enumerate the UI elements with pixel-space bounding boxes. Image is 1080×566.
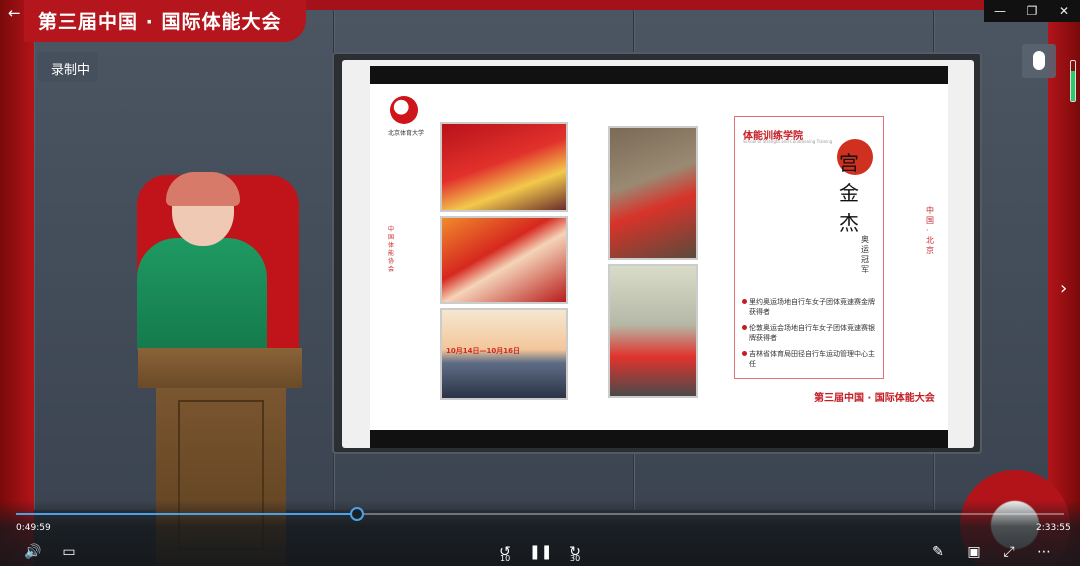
- fullscreen-icon[interactable]: ⤢: [998, 541, 1020, 563]
- close-button[interactable]: ✕: [1048, 0, 1080, 22]
- current-time: 0:49:59: [16, 523, 51, 533]
- academy-subtitle: School of Strength and Conditioning Trai…: [743, 139, 833, 144]
- restore-button[interactable]: ❐: [1016, 0, 1048, 22]
- slide-letterbox-top: [370, 66, 948, 84]
- university-logo-icon: [390, 96, 418, 124]
- video-frame: 第三届中国 · 国际体能大会 ← — ❐ ✕ 录制中 北京体育大学 中国体能协会…: [0, 0, 1080, 566]
- pause-icon[interactable]: ❚❚: [529, 541, 552, 563]
- athlete-photo-medal: [440, 216, 568, 304]
- window-title: 第三届中国 · 国际体能大会: [38, 11, 282, 33]
- seek-thumb[interactable]: [349, 507, 364, 521]
- recording-label: 录制中: [51, 63, 91, 78]
- honor-title: 奥运冠军: [861, 235, 869, 274]
- window-controls: — ❐ ✕: [984, 0, 1080, 22]
- left-red-frame: [0, 0, 34, 566]
- forward-30-icon[interactable]: ↻ 30: [564, 541, 586, 563]
- total-time: 2:33:55: [1036, 523, 1071, 533]
- left-vertical-text: 中国体能协会: [388, 226, 395, 273]
- next-chevron-icon[interactable]: ›: [1060, 278, 1067, 299]
- athlete-photo-cycling: [608, 126, 698, 260]
- mouse-icon[interactable]: [1022, 44, 1056, 78]
- slide-letterbox-bottom: [370, 430, 948, 448]
- athlete-photo-poster: 10月14日—10月16日: [440, 308, 568, 400]
- monitor-screen: 北京体育大学 中国体能协会 10月14日—10月16日 体能训练学院 Schoo…: [342, 60, 974, 448]
- presenter-hair: [166, 172, 240, 206]
- more-icon[interactable]: ⋯: [1033, 541, 1055, 563]
- poster-date: 10月14日—10月16日: [446, 347, 520, 355]
- battery-icon: [1070, 60, 1076, 102]
- athlete-photo-group: [440, 122, 568, 212]
- location-vertical-text: 中国·北京: [926, 206, 934, 255]
- miniplayer-icon[interactable]: ▣: [963, 541, 985, 563]
- rewind-10-icon[interactable]: ↺ 10: [494, 541, 516, 563]
- achievement-item: 里约奥运场地自行车女子团体竞速赛金牌获得者: [742, 297, 879, 317]
- name-char: 金: [839, 181, 859, 205]
- logo-caption: 北京体育大学: [388, 130, 425, 137]
- slide-footer-title: 第三届中国 · 国际体能大会: [814, 393, 935, 404]
- seek-bar-progress: [16, 513, 357, 515]
- pen-icon[interactable]: ✎: [927, 541, 949, 563]
- recording-badge: 录制中: [38, 52, 98, 82]
- achievement-item: 伦敦奥运会场地自行车女子团体竞速赛银牌获得者: [742, 323, 879, 343]
- title-banner: 第三届中国 · 国际体能大会: [24, 0, 306, 42]
- name-char: 宫: [839, 151, 859, 175]
- achievement-item: 吉林省体育局田径自行车运动管理中心主任: [742, 349, 879, 369]
- captions-icon[interactable]: ▭: [58, 541, 80, 563]
- display-monitor: 北京体育大学 中国体能协会 10月14日—10月16日 体能训练学院 Schoo…: [332, 52, 982, 454]
- minimize-button[interactable]: —: [984, 0, 1016, 22]
- name-char: 杰: [839, 211, 859, 235]
- back-arrow-icon[interactable]: ←: [8, 4, 26, 22]
- podium-top: [138, 348, 302, 388]
- profile-card: 体能训练学院 School of Strength and Conditioni…: [734, 116, 884, 379]
- presentation-slide: 北京体育大学 中国体能协会 10月14日—10月16日 体能训练学院 Schoo…: [370, 66, 948, 448]
- volume-icon[interactable]: 🔊: [22, 541, 44, 563]
- athlete-photo-velodrome: [608, 264, 698, 398]
- presenter-body: [137, 238, 267, 350]
